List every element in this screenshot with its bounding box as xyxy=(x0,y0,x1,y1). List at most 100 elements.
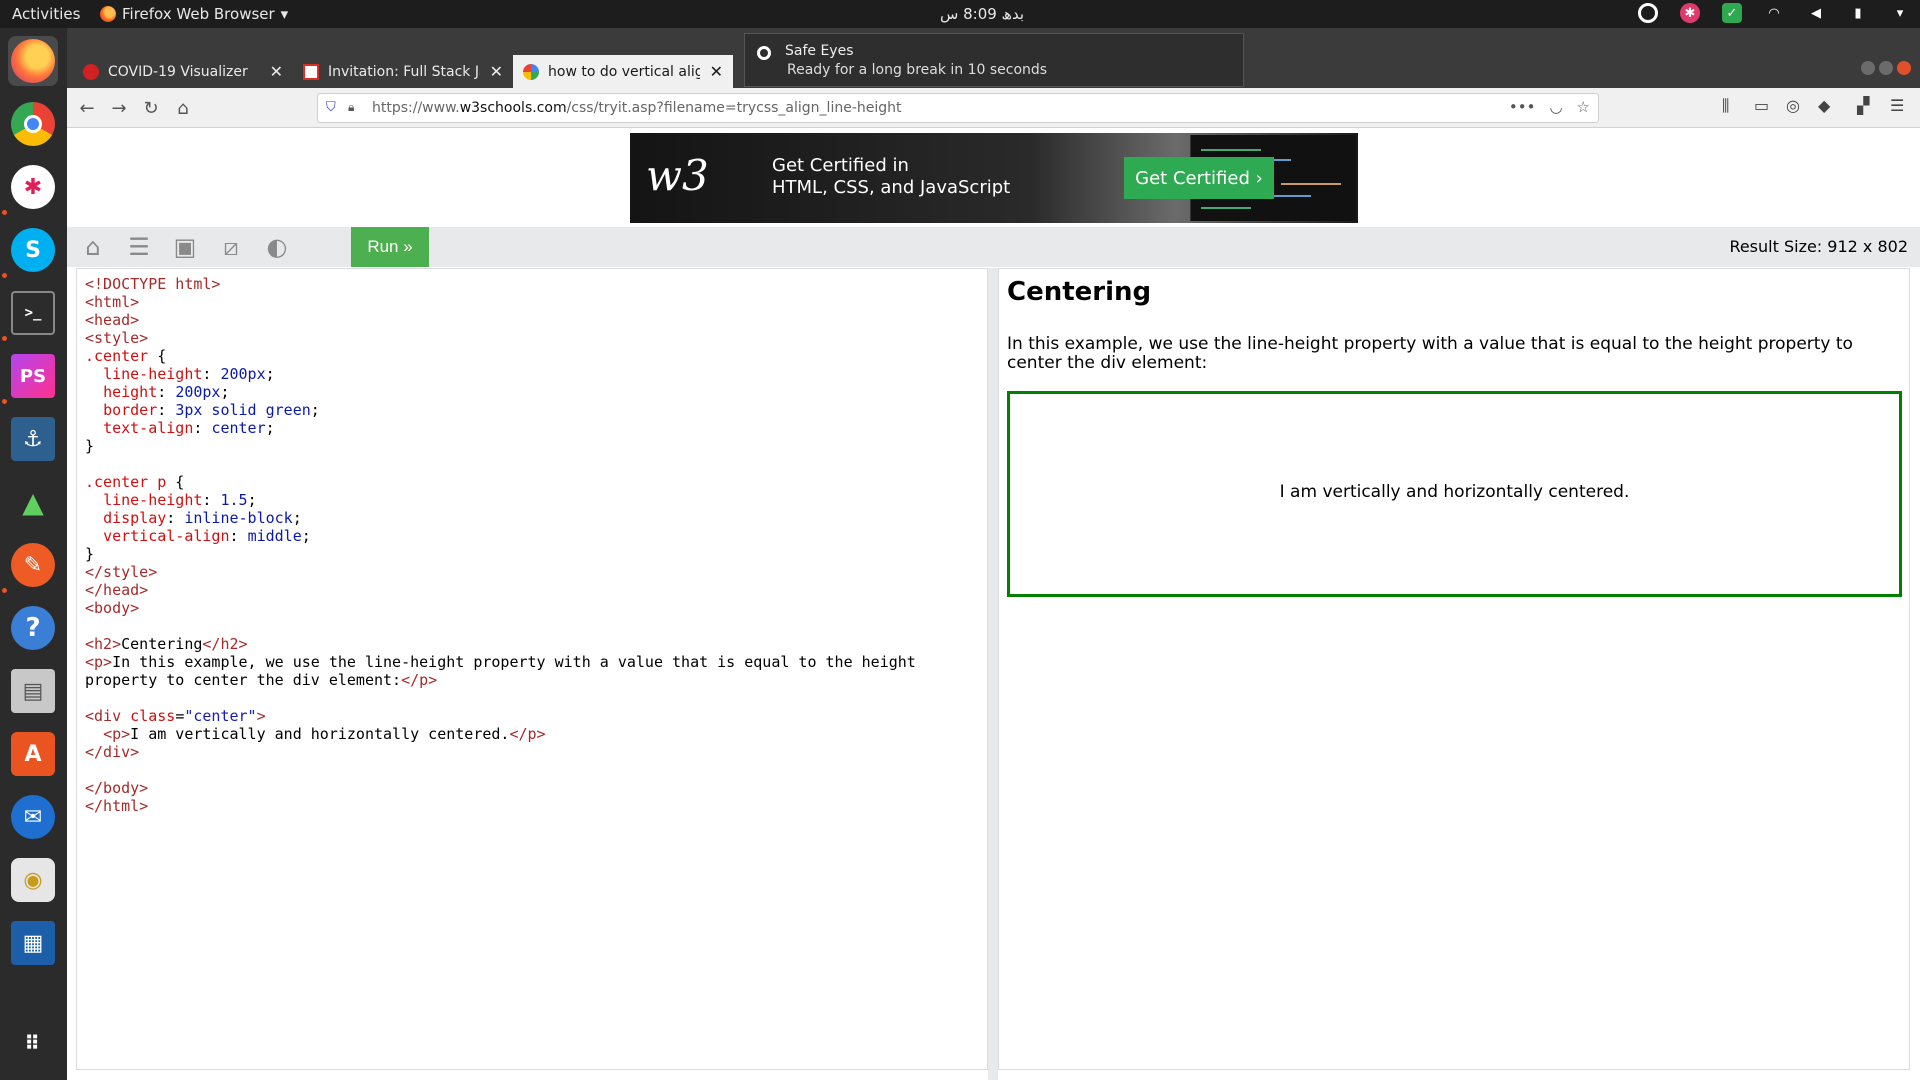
run-button[interactable]: Run » xyxy=(351,227,429,267)
dock-skype[interactable]: S xyxy=(8,225,58,275)
software-center-icon: A xyxy=(11,732,55,776)
close-icon[interactable]: ✕ xyxy=(270,62,283,81)
dock-thunderbird[interactable]: ✉ xyxy=(8,792,58,842)
check-icon[interactable]: ✓ xyxy=(1722,3,1742,23)
chevron-down-icon: ▾ xyxy=(280,5,289,23)
phpstorm-icon: PS xyxy=(11,354,55,398)
covid-favicon-icon xyxy=(83,63,99,80)
shield-icon[interactable]: ⛉ xyxy=(326,100,336,115)
result-panel: Centering In this example, we use the li… xyxy=(998,268,1910,1070)
battery-icon[interactable]: ▮ xyxy=(1848,3,1868,23)
notification-message: Ready for a long break in 10 seconds xyxy=(787,62,1048,78)
show-applications-button[interactable]: ⠿ xyxy=(8,1018,58,1068)
tryit-toolbar: ⌂ ☰ ▣ ⧄ ◐ Run » Result Size: 912 x 802 xyxy=(67,227,1920,267)
panel-divider[interactable] xyxy=(988,268,998,1080)
ad-line-1: Get Certified in xyxy=(772,155,909,176)
wifi-icon[interactable]: ◠ xyxy=(1764,3,1784,23)
extensions-puzzle-icon[interactable]: ▞ xyxy=(1857,96,1869,115)
system-tray: ✱ ✓ ◠ ◀ ▮ ▾ xyxy=(1638,3,1910,23)
result-heading: Centering xyxy=(1007,277,1152,307)
mysql-workbench-icon: ⚓ xyxy=(11,417,55,461)
w3-certification-ad[interactable]: w3 Get Certified in HTML, CSS, and JavaS… xyxy=(630,133,1358,223)
chevron-down-icon[interactable]: ▾ xyxy=(1890,3,1910,23)
page-actions-icon[interactable]: ••• xyxy=(1509,98,1536,116)
clock[interactable]: بدھ 8:09 س xyxy=(940,5,1024,23)
pocket-icon[interactable]: ◡ xyxy=(1549,98,1562,116)
dock-chrome[interactable] xyxy=(8,99,58,149)
minimize-button[interactable] xyxy=(1861,61,1875,75)
dock-firefox[interactable] xyxy=(8,36,58,86)
safe-eyes-icon[interactable] xyxy=(1638,3,1658,23)
ad-line-2: HTML, CSS, and JavaScript xyxy=(772,177,1011,198)
writer-icon: ▦ xyxy=(11,921,55,965)
back-button[interactable]: ← xyxy=(75,96,99,120)
activities-button[interactable]: Activities xyxy=(12,5,80,23)
running-indicator xyxy=(2,273,7,278)
notification-title: Safe Eyes xyxy=(785,43,854,59)
home-icon[interactable]: ⌂ xyxy=(77,233,109,261)
url-text[interactable]: https://www.w3schools.com/css/tryit.asp?… xyxy=(372,100,902,116)
dock-phpstorm[interactable]: PS xyxy=(8,351,58,401)
tab-covid-visualizer[interactable]: COVID-19 Visualizer ✕ xyxy=(73,55,293,88)
bookmark-star-icon[interactable]: ☆ xyxy=(1577,98,1590,116)
tab-title: COVID-19 Visualizer xyxy=(108,63,248,80)
close-icon[interactable]: ✕ xyxy=(710,62,723,81)
reload-button[interactable]: ↻ xyxy=(139,96,163,120)
help-icon: ? xyxy=(11,606,55,650)
code-text[interactable]: <!DOCTYPE html> <html> <head> <style> .c… xyxy=(85,275,916,815)
dock: ✱ S >_ PS ⚓ ▲ ✎ ? ▤ A ✉ ◉ ▦ ⠿ xyxy=(0,28,67,1080)
extension-icon[interactable]: ◆ xyxy=(1818,96,1830,115)
running-indicator xyxy=(2,210,7,215)
dock-software-center[interactable]: A xyxy=(8,729,58,779)
show-apps-icon: ⠿ xyxy=(24,1031,42,1055)
result-paragraph: In this example, we use the line-height … xyxy=(1007,334,1853,373)
centered-box: I am vertically and horizontally centere… xyxy=(1007,391,1902,597)
close-window-button[interactable] xyxy=(1897,61,1911,75)
sidebar-icon[interactable]: ▭ xyxy=(1754,96,1769,115)
tab-title: Invitation: Full Stack Java xyxy=(328,63,480,80)
dock-slack[interactable]: ✱ xyxy=(8,162,58,212)
app-menu[interactable]: Firefox Web Browser ▾ xyxy=(100,5,288,23)
safe-eyes-notification[interactable]: Safe Eyes Ready for a long break in 10 s… xyxy=(744,33,1244,87)
hamburger-menu-icon[interactable]: ☰ xyxy=(1890,96,1904,115)
library-icon[interactable]: ⫼ xyxy=(1722,96,1729,116)
volume-icon[interactable]: ◀ xyxy=(1806,3,1826,23)
slack-tray-icon[interactable]: ✱ xyxy=(1680,3,1700,23)
lock-icon[interactable]: 🔒︎ xyxy=(348,100,354,115)
w3schools-tryit-page: w3 Get Certified in HTML, CSS, and JavaS… xyxy=(67,128,1920,1080)
save-icon[interactable]: ▣ xyxy=(169,233,201,261)
dock-writer[interactable]: ▦ xyxy=(8,918,58,968)
rotate-orientation-icon[interactable]: ⧄ xyxy=(215,233,247,261)
app-menu-label: Firefox Web Browser xyxy=(122,5,275,23)
close-icon[interactable]: ✕ xyxy=(490,62,503,81)
dock-help[interactable]: ? xyxy=(8,603,58,653)
dock-rhythmbox[interactable]: ◉ xyxy=(8,855,58,905)
firefox-icon xyxy=(100,6,116,22)
running-indicator xyxy=(2,336,7,341)
theme-toggle-icon[interactable]: ◐ xyxy=(261,233,293,261)
tab-google-search[interactable]: how to do vertical align n ✕ xyxy=(513,55,733,88)
running-indicator xyxy=(2,588,7,593)
chrome-icon xyxy=(11,102,55,146)
home-button[interactable]: ⌂ xyxy=(171,96,195,120)
code-editor[interactable]: <!DOCTYPE html> <html> <head> <style> .c… xyxy=(76,268,988,1070)
get-certified-button[interactable]: Get Certified › xyxy=(1124,157,1274,199)
forward-button[interactable]: → xyxy=(107,96,131,120)
menu-icon[interactable]: ☰ xyxy=(123,233,155,261)
maximize-button[interactable] xyxy=(1879,61,1893,75)
gnome-top-bar: Activities Firefox Web Browser ▾ بدھ 8:0… xyxy=(0,0,1920,28)
tab-gmail-invitation[interactable]: Invitation: Full Stack Java ✕ xyxy=(293,55,513,88)
result-size: Result Size: 912 x 802 xyxy=(1729,237,1908,256)
dock-postman[interactable]: ✎ xyxy=(8,540,58,590)
dock-terminal[interactable]: >_ xyxy=(8,288,58,338)
dock-mysql-workbench[interactable]: ⚓ xyxy=(8,414,58,464)
skype-icon: S xyxy=(11,228,55,272)
terminal-icon: >_ xyxy=(11,291,55,335)
firefox-icon xyxy=(11,39,55,83)
account-icon[interactable]: ◎ xyxy=(1786,96,1800,115)
ad-text: Get Certified in HTML, CSS, and JavaScri… xyxy=(772,155,1010,199)
dock-rocket[interactable]: ▲ xyxy=(8,477,58,527)
url-bar[interactable]: ⛉ 🔒︎ https://www.w3schools.com/css/tryit… xyxy=(317,93,1599,123)
gmail-icon xyxy=(303,63,319,80)
dock-files[interactable]: ▤ xyxy=(8,666,58,716)
